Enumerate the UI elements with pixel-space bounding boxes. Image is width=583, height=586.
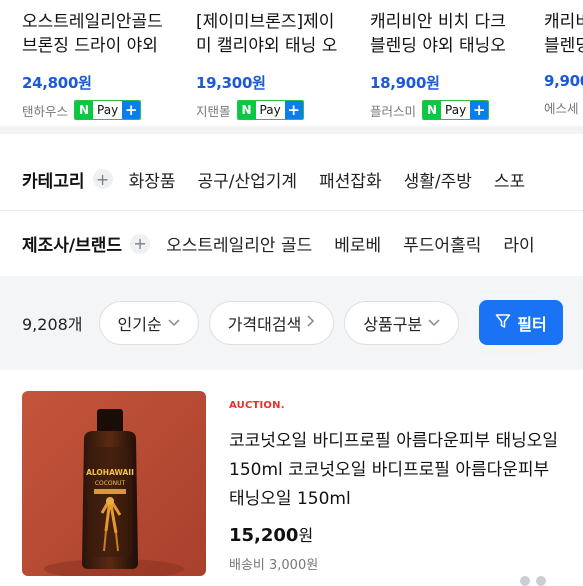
product-title[interactable]: [제이미브론즈]제이미 캘리야외 태닝 오: [196, 10, 366, 58]
carousel-product[interactable]: 캐리비안 비치 다크 블렌딩 야외 태닝오 18,900원 플러스미 N Pay +: [370, 10, 540, 121]
product-price: 15,200원: [229, 525, 314, 546]
category-item[interactable]: 패션잡화: [319, 167, 382, 192]
category-expand-plus-icon[interactable]: +: [92, 169, 113, 189]
plus-icon: +: [470, 101, 489, 119]
filter-button[interactable]: 필터: [479, 300, 563, 345]
store-name: 지탠몰: [196, 103, 231, 119]
store-info: 지탠몰 N Pay +: [196, 99, 366, 121]
naver-n-icon: N: [423, 101, 442, 119]
sort-popularity-dropdown[interactable]: 인기순: [98, 301, 199, 345]
store-name: 플러스미: [370, 103, 417, 119]
product-title[interactable]: 오스트레일리안골드 브론징 드라이 야외: [22, 10, 192, 58]
section-divider: [0, 126, 583, 134]
chevron-right-icon: [307, 315, 315, 331]
store-info: 에스세: [544, 96, 583, 118]
store-info: 플러스미 N Pay +: [370, 99, 540, 121]
plus-icon: +: [122, 101, 141, 119]
product-price: 18,900원: [370, 74, 440, 92]
product-result-item[interactable]: ALOHAWAII COCONUT AUCTION. 코코넛오일 바디프로필 아…: [0, 370, 583, 586]
product-title[interactable]: 캐리비안 블렌딩: [544, 10, 583, 58]
category-item[interactable]: 화장품: [129, 167, 176, 192]
product-title[interactable]: 캐리비안 비치 다크 블렌딩 야외 태닝오: [370, 10, 540, 58]
product-title[interactable]: 코코넛오일 바디프로필 아름다운피부 태닝오일 150ml 코코넛오일 바디프로…: [229, 427, 569, 514]
related-products-carousel: 오스트레일리안골드 브론징 드라이 야외 24,800원 탠하우스 N Pay + …: [0, 0, 583, 126]
category-item[interactable]: 생활/주방: [404, 167, 472, 192]
product-price: 24,800원: [22, 74, 92, 92]
result-count: 9,208개: [22, 315, 83, 334]
brand-item[interactable]: 라이: [503, 231, 534, 256]
image-brand-text: ALOHAWAII: [86, 468, 134, 477]
carousel-product[interactable]: 캐리비안 블렌딩 9,900 에스세: [544, 10, 583, 118]
mall-logo: AUCTION.: [229, 400, 285, 411]
brand-expand-plus-icon[interactable]: +: [130, 233, 151, 254]
brand-item[interactable]: 푸드어홀릭: [403, 231, 481, 256]
category-item[interactable]: 스포: [494, 167, 525, 192]
chevron-down-icon: [428, 316, 440, 331]
price-range-search-button[interactable]: 가격대검색: [208, 301, 335, 345]
npay-badge: N Pay +: [422, 100, 490, 120]
funnel-icon: [495, 313, 511, 333]
product-price: 9,900: [544, 72, 583, 90]
carousel-product[interactable]: 오스트레일리안골드 브론징 드라이 야외 24,800원 탠하우스 N Pay +: [22, 10, 192, 121]
category-label: 카테고리: [22, 171, 85, 192]
plus-icon: +: [284, 101, 303, 119]
brand-item[interactable]: 베로베: [334, 231, 381, 256]
chevron-down-icon: [168, 316, 180, 331]
npay-badge: N Pay +: [236, 100, 304, 120]
carousel-product[interactable]: [제이미브론즈]제이미 캘리야외 태닝 오 19,300원 지탠몰 N Pay +: [196, 10, 366, 121]
shipping-fee: 배송비 3,000원: [229, 558, 319, 573]
more-options-icon[interactable]: [520, 576, 546, 586]
product-info: AUCTION. 코코넛오일 바디프로필 아름다운피부 태닝오일 150ml 코…: [229, 400, 569, 573]
npay-badge: N Pay +: [74, 100, 142, 120]
category-filter-row: 카테고리 + 화장품 공구/산업기계 패션잡화 생활/주방 스포: [0, 146, 583, 212]
store-info: 탠하우스 N Pay +: [22, 99, 192, 121]
brand-item[interactable]: 오스트레일리안 골드: [166, 231, 312, 256]
product-type-dropdown[interactable]: 상품구분: [344, 301, 460, 345]
naver-n-icon: N: [237, 101, 256, 119]
product-price: 19,300원: [196, 74, 266, 92]
naver-n-icon: N: [75, 101, 94, 119]
category-item[interactable]: 공구/산업기계: [197, 167, 297, 192]
store-name: 에스세: [544, 100, 579, 116]
image-sub-text: COCONUT: [95, 480, 126, 487]
brand-filter-row: 제조사/브랜드 + 오스트레일리안 골드 베로베 푸드어홀릭 라이: [0, 210, 583, 276]
store-name: 탠하우스: [22, 103, 69, 119]
brand-label: 제조사/브랜드: [22, 236, 123, 256]
product-thumbnail[interactable]: ALOHAWAII COCONUT: [22, 391, 206, 576]
